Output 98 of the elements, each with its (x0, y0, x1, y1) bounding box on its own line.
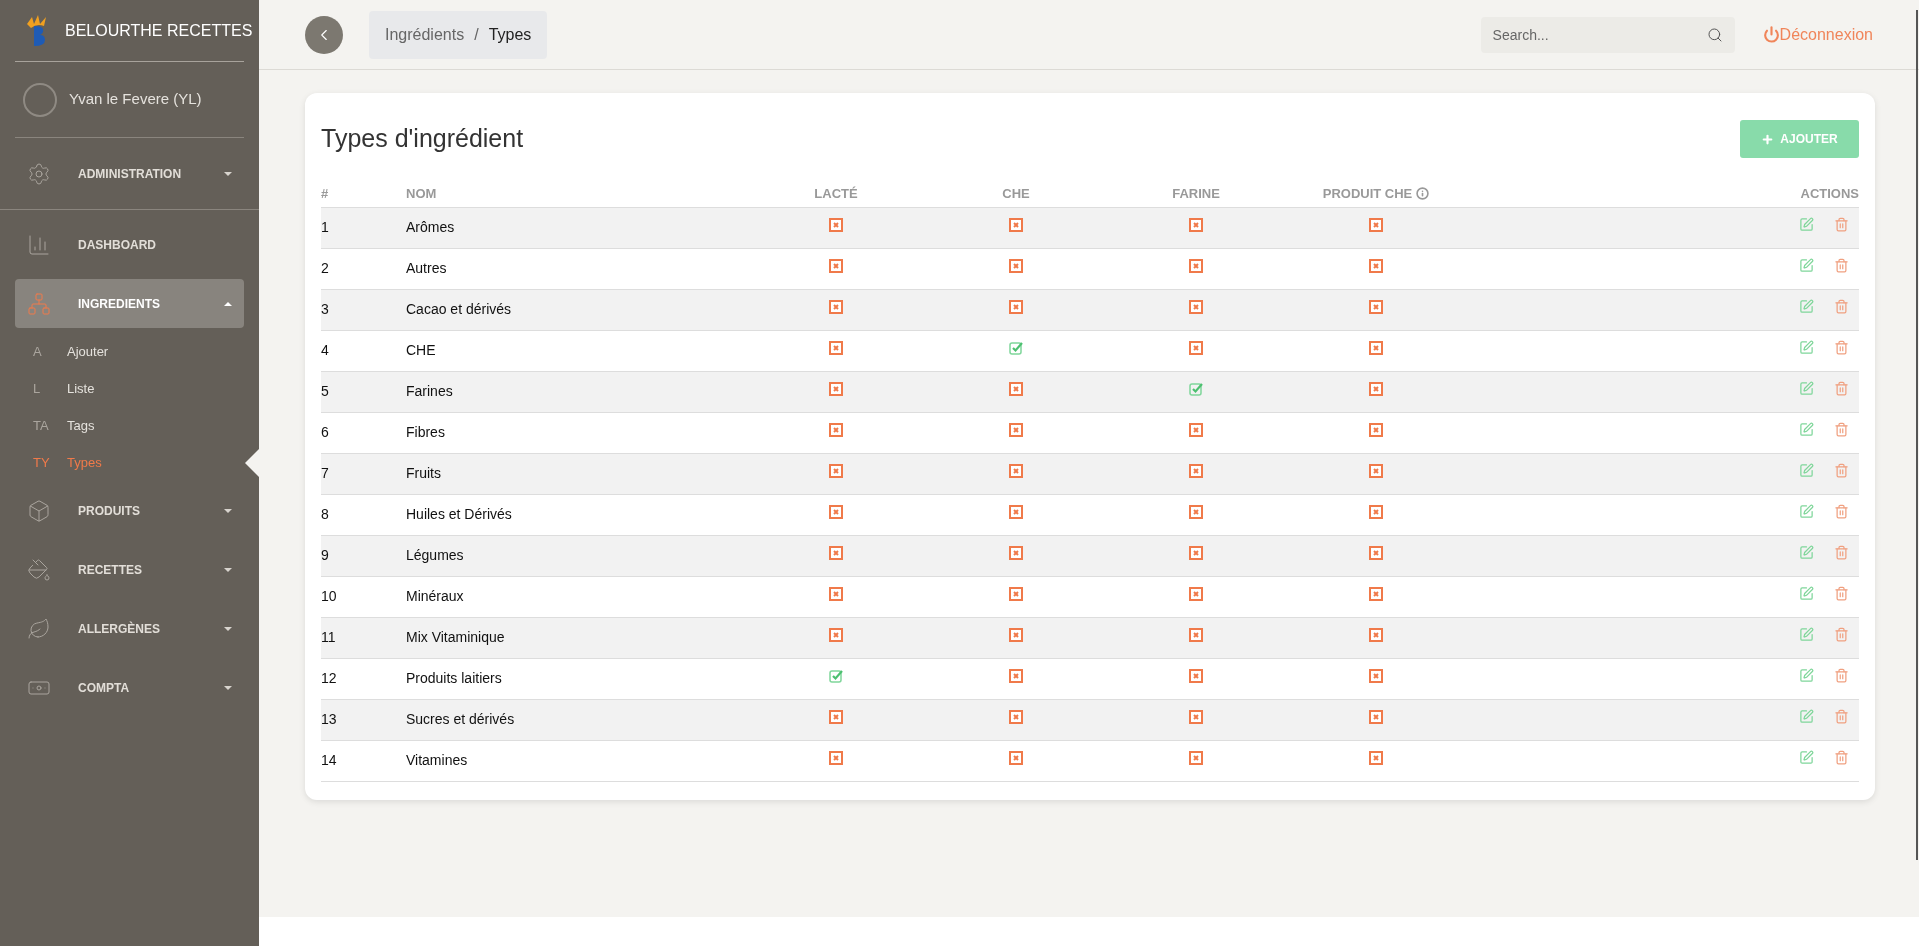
delete-button[interactable] (1834, 627, 1849, 642)
table-cell: 5 (321, 383, 329, 399)
search-field[interactable]: Search... (1480, 16, 1735, 53)
edit-button[interactable] (1799, 545, 1814, 560)
edit-button[interactable] (1799, 709, 1814, 724)
submenu-item[interactable]: A Ajouter (0, 333, 259, 370)
menu-item[interactable]: COMPTA (15, 663, 244, 712)
table-cell: Fibres (406, 424, 445, 440)
breadcrumb-link[interactable]: Ingrédients (385, 22, 465, 47)
table-cell: 11 (321, 629, 336, 645)
table-cell: CHE (406, 342, 436, 358)
edit-button[interactable] (1799, 504, 1814, 519)
menu-item[interactable]: ADMINISTRATION (15, 149, 244, 198)
edit-button[interactable] (1799, 217, 1814, 232)
table-cell: Huiles et Dérivés (406, 506, 512, 522)
plus-icon (1761, 132, 1775, 146)
caret-icon (224, 301, 232, 306)
table-cell: 13 (321, 711, 337, 727)
active-pointer (245, 448, 259, 477)
column-header: # (321, 185, 329, 203)
menu-item[interactable]: ALLERGÈNES (15, 604, 244, 653)
table-cell: Produits laitiers (406, 670, 502, 686)
delete-button[interactable] (1834, 750, 1849, 765)
table-cell: 9 (321, 547, 329, 563)
edit-button[interactable] (1799, 586, 1814, 601)
delete-button[interactable] (1834, 299, 1849, 314)
delete-button[interactable] (1834, 545, 1849, 560)
column-header: CHE (1002, 185, 1030, 203)
delete-button[interactable] (1834, 340, 1849, 355)
table-cell: Mix Vitaminique (406, 629, 505, 645)
table-cell: 4 (321, 342, 329, 358)
menu-item[interactable]: DASHBOARD (15, 220, 244, 269)
edit-button[interactable] (1799, 258, 1814, 273)
table-cell: Légumes (406, 547, 464, 563)
table-cell: Autres (406, 260, 447, 276)
column-header: ACTIONS (1800, 185, 1859, 203)
breadcrumb-current[interactable]: Types (488, 22, 532, 47)
caret-icon (224, 508, 232, 513)
table-cell: 12 (321, 670, 337, 686)
edit-button[interactable] (1799, 422, 1814, 437)
delete-button[interactable] (1834, 217, 1849, 232)
menu-item[interactable]: PRODUITS (15, 486, 244, 535)
delete-button[interactable] (1834, 381, 1849, 396)
table-cell: Cacao et dérivés (406, 301, 512, 317)
table-cell: 14 (321, 752, 337, 768)
page-title: Types d'ingrédient (321, 123, 524, 155)
column-header: LACTÉ (814, 185, 858, 203)
cube-icon (27, 498, 51, 523)
power-icon (1762, 26, 1780, 43)
table-cell: Minéraux (406, 588, 464, 604)
table-cell: Vitamines (406, 752, 468, 768)
hierarchy-icon (27, 291, 51, 316)
edit-button[interactable] (1799, 463, 1814, 478)
settings-icon (27, 161, 51, 186)
edit-button[interactable] (1799, 381, 1814, 396)
delete-button[interactable] (1834, 586, 1849, 601)
caret-icon (224, 567, 232, 572)
table-cell: Arômes (406, 219, 455, 235)
info-icon (1416, 187, 1430, 201)
delete-button[interactable] (1834, 504, 1849, 519)
back-button[interactable] (305, 15, 343, 54)
leaf-icon (27, 616, 51, 641)
user-name: Yvan le Fevere (YL) (69, 89, 202, 110)
table-cell: 3 (321, 301, 329, 317)
caret-icon (224, 626, 232, 631)
menu-item[interactable]: RECETTES (15, 545, 244, 594)
edit-button[interactable] (1799, 668, 1814, 683)
search-icon (1706, 26, 1723, 43)
submenu-item[interactable]: L Liste (0, 370, 259, 407)
caret-icon (224, 685, 232, 690)
column-header: NOM (406, 185, 437, 203)
table-cell: 7 (321, 465, 329, 481)
table-cell: 1 (321, 219, 329, 235)
edit-button[interactable] (1799, 299, 1814, 314)
delete-button[interactable] (1834, 668, 1849, 683)
table-cell: 2 (321, 260, 329, 276)
submenu-item[interactable]: TA Tags (0, 407, 259, 444)
breadcrumb-separator: / (474, 24, 479, 45)
caret-icon (224, 171, 232, 176)
menu-item[interactable]: INGREDIENTS (15, 279, 244, 328)
delete-button[interactable] (1834, 709, 1849, 724)
edit-button[interactable] (1799, 340, 1814, 355)
table-cell: Sucres et dérivés (406, 711, 515, 727)
table-cell: 10 (321, 588, 337, 604)
table-cell: Farines (406, 383, 453, 399)
table-cell: Fruits (406, 465, 441, 481)
edit-button[interactable] (1799, 750, 1814, 765)
table-cell: 8 (321, 506, 329, 522)
table-cell: 6 (321, 424, 329, 440)
edit-button[interactable] (1799, 627, 1814, 642)
column-header: FARINE (1172, 185, 1220, 203)
avatar (23, 82, 57, 117)
paint-bucket-icon (27, 557, 51, 582)
brand-name: BELOURTHE RECETTES (65, 20, 253, 41)
column-header: PRODUIT CHE (1322, 185, 1413, 203)
delete-button[interactable] (1834, 258, 1849, 273)
delete-button[interactable] (1834, 422, 1849, 437)
delete-button[interactable] (1834, 463, 1849, 478)
